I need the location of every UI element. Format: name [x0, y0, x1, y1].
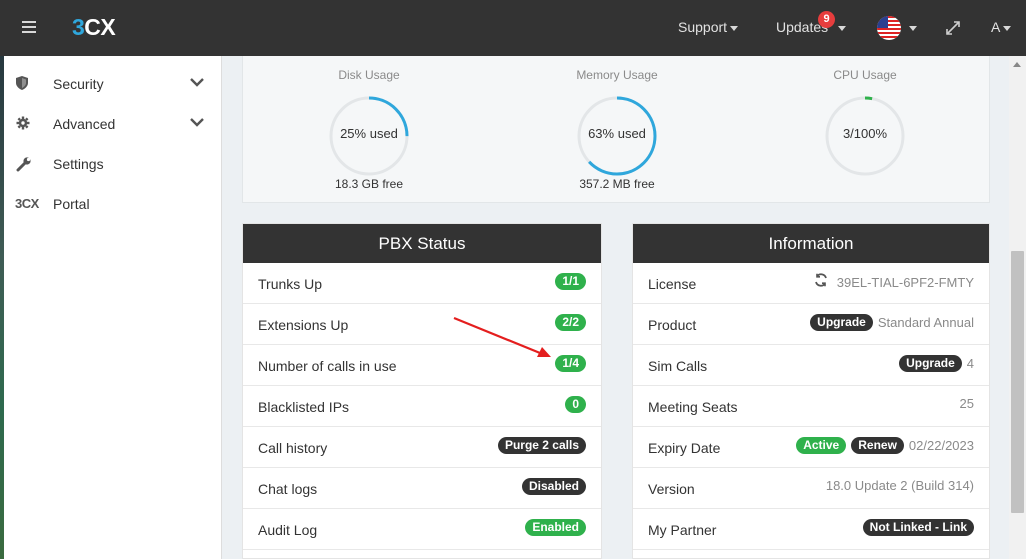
fullscreen-icon[interactable] — [945, 20, 961, 36]
product-value: Standard Annual — [877, 315, 974, 330]
expiry-date-value: 02/22/2023 — [908, 438, 974, 453]
row-label: Trunks Up — [258, 276, 323, 292]
gauge-subtext: 357.2 MB free — [579, 177, 655, 191]
sim-calls-upgrade-button[interactable]: Upgrade — [899, 355, 962, 372]
row-label: Blacklisted IPs — [258, 399, 350, 415]
shield-icon — [16, 76, 40, 92]
scrollbar-thumb[interactable] — [1011, 251, 1024, 513]
info-row-expiry: Expiry Date Active Renew 02/22/2023 — [633, 427, 989, 468]
pbx-row-audit-log: Audit Log Enabled — [243, 509, 601, 550]
sidebar-item-portal[interactable]: 3CX Portal — [4, 184, 222, 224]
chevron-down-icon — [190, 114, 204, 128]
sidebar-item-security[interactable]: Security — [4, 64, 222, 104]
disk-usage-gauge: Disk Usage 25% used 18.3 GB free — [279, 56, 459, 203]
pbx-row-blacklisted: Blacklisted IPs 0 — [243, 386, 601, 427]
gauge-subtext: 18.3 GB free — [334, 177, 404, 191]
info-row-version: Version 18.0 Update 2 (Build 314) — [633, 468, 989, 509]
sidebar-item-label: Settings — [53, 156, 104, 172]
meeting-seats-value: 25 — [959, 396, 974, 411]
license-key: 39EL-TIAL-6PF2-FMTY — [836, 275, 974, 290]
expiry-active-badge: Active — [796, 437, 847, 454]
extensions-status-badge[interactable]: 2/2 — [555, 314, 586, 331]
purge-calls-button[interactable]: Purge 2 calls — [497, 437, 586, 454]
information-panel: Information License 39EL-TIAL-6PF2-FMTY … — [632, 223, 990, 559]
row-label: Version — [648, 481, 695, 497]
row-label: Audit Log — [258, 522, 318, 538]
memory-usage-gauge: Memory Usage 63% used 357.2 MB free — [527, 56, 707, 203]
row-label: License — [648, 276, 697, 292]
updates-count-badge: 9 — [818, 11, 835, 28]
system-usage-panel: Disk Usage 25% used 18.3 GB free Memory … — [242, 56, 990, 203]
cpu-usage-gauge: CPU Usage 3/100% — [775, 56, 955, 203]
support-menu[interactable]: Support — [678, 19, 739, 35]
row-label: My Partner — [648, 522, 717, 538]
audit-log-badge[interactable]: Enabled — [525, 519, 586, 536]
updates-menu[interactable]: Updates — [776, 19, 847, 35]
us-flag-icon[interactable] — [877, 16, 901, 40]
row-label: Sim Calls — [648, 358, 708, 374]
version-value: 18.0 Update 2 (Build 314) — [825, 478, 974, 493]
info-row-partner: My Partner Not Linked - Link — [633, 509, 989, 550]
gauge-value: 63% used — [588, 126, 646, 141]
calls-in-use-badge[interactable]: 1/4 — [555, 355, 586, 372]
gauge-title: CPU Usage — [833, 68, 897, 82]
row-label: Product — [648, 317, 697, 333]
panel-title: PBX Status — [243, 224, 601, 263]
caret-down-icon — [838, 25, 847, 31]
info-row-meeting-seats: Meeting Seats 25 — [633, 386, 989, 427]
user-initial: A — [991, 19, 1001, 35]
sidebar-item-advanced[interactable]: Advanced — [4, 104, 222, 144]
product-upgrade-button[interactable]: Upgrade — [810, 314, 873, 331]
row-label: Extensions Up — [258, 317, 349, 333]
pbx-row-trunks: Trunks Up 1/1 — [243, 263, 601, 304]
sidebar-item-label: Advanced — [53, 116, 116, 132]
row-label: Chat logs — [258, 481, 318, 497]
pbx-row-call-history: Call history Purge 2 calls — [243, 427, 601, 468]
renew-button[interactable]: Renew — [851, 437, 904, 454]
row-label: Meeting Seats — [648, 399, 738, 415]
gauge-title: Memory Usage — [576, 68, 658, 82]
user-menu[interactable]: A — [991, 19, 1012, 35]
chat-logs-badge[interactable]: Disabled — [521, 478, 586, 495]
scroll-up-arrow-icon[interactable] — [1013, 62, 1021, 67]
sidebar-item-label: Portal — [53, 196, 90, 212]
row-label: Call history — [258, 440, 328, 456]
top-navbar: 3CX Support Updates 9 A — [0, 0, 1026, 56]
wrench-icon — [16, 156, 40, 172]
info-row-license: License 39EL-TIAL-6PF2-FMTY — [633, 263, 989, 304]
support-label: Support — [678, 19, 728, 35]
sidebar-item-label: Security — [53, 76, 104, 92]
link-partner-button[interactable]: Not Linked - Link — [862, 519, 974, 536]
info-row-product: Product Upgrade Standard Annual — [633, 304, 989, 345]
chevron-down-icon — [190, 74, 204, 88]
pbx-row-extensions: Extensions Up 2/2 — [243, 304, 601, 345]
caret-down-icon[interactable] — [909, 26, 917, 31]
page-scrollbar[interactable] — [1009, 56, 1026, 559]
gauge-value: 25% used — [340, 126, 398, 141]
pbx-row-calls-in-use: Number of calls in use 1/4 — [243, 345, 601, 386]
row-label: Expiry Date — [648, 440, 721, 456]
3cx-logo[interactable]: 3CX — [72, 14, 116, 41]
blacklisted-ips-badge[interactable]: 0 — [565, 396, 586, 413]
trunks-status-badge[interactable]: 1/1 — [555, 273, 586, 290]
pbx-status-panel: PBX Status Trunks Up 1/1 Extensions Up 2… — [242, 223, 602, 559]
panel-title: Information — [633, 224, 989, 263]
pbx-row-chat-logs: Chat logs Disabled — [243, 468, 601, 509]
refresh-icon[interactable] — [814, 273, 828, 292]
hamburger-menu-icon[interactable] — [22, 21, 36, 33]
info-row-sim-calls: Sim Calls Upgrade 4 — [633, 345, 989, 386]
gauge-value: 3/100% — [842, 126, 888, 141]
sim-calls-value: 4 — [966, 356, 974, 371]
sidebar: Security Advanced Settings 3CX Portal — [4, 56, 222, 559]
sidebar-item-settings[interactable]: Settings — [4, 144, 222, 184]
caret-down-icon — [1003, 25, 1012, 31]
row-label: Number of calls in use — [258, 358, 397, 374]
caret-down-icon — [730, 25, 739, 31]
gear-icon — [16, 116, 40, 132]
3cx-portal-icon: 3CX — [15, 196, 39, 211]
gauge-title: Disk Usage — [338, 68, 400, 82]
